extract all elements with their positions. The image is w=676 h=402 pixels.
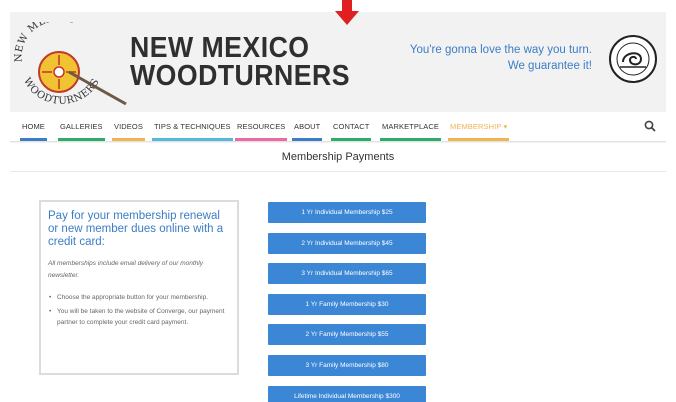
- nav-item-label: RESOURCES: [237, 122, 286, 131]
- membership-info-box: Pay for your membership renewal or new m…: [39, 200, 239, 375]
- main-nav: HOME GALLERIES VIDEOS TIPS & TECHNIQUES …: [10, 112, 666, 142]
- pay-1yr-family-button[interactable]: 1 Yr Family Membership $30: [268, 294, 426, 315]
- nav-underline: [58, 138, 105, 141]
- pay-2yr-family-button[interactable]: 2 Yr Family Membership $55: [268, 324, 426, 345]
- nav-item-about[interactable]: ABOUT: [292, 122, 323, 141]
- nav-item-contact[interactable]: CONTACT: [331, 122, 372, 141]
- nav-item-label: VIDEOS: [114, 122, 143, 131]
- tagline-line2: We guarantee it!: [507, 60, 592, 72]
- nav-underline: [331, 138, 372, 141]
- nav-item-label: GALLERIES: [60, 122, 103, 131]
- tagline-line1: You're gonna love the way you turn.: [409, 44, 592, 56]
- pay-lifetime-individual-button[interactable]: Lifetime Individual Membership $300: [268, 386, 426, 402]
- nav-item-home[interactable]: HOME: [20, 122, 47, 141]
- nav-item-videos[interactable]: VIDEOS: [112, 122, 145, 141]
- nav-item-label: MEMBERSHIP ▾: [450, 122, 508, 131]
- nav-item-label: ABOUT: [294, 122, 321, 131]
- list-item: You will be taken to the website of Conv…: [48, 306, 229, 328]
- nav-underline: [292, 138, 323, 141]
- nav-item-label: TIPS & TECHNIQUES: [154, 122, 231, 131]
- nav-item-label: CONTACT: [333, 122, 370, 131]
- search-icon[interactable]: [644, 120, 656, 132]
- page-title-bar: Membership Payments: [10, 143, 666, 172]
- nav-underline: [112, 138, 145, 141]
- nav-underline: [448, 138, 510, 141]
- nav-underline: [235, 138, 288, 141]
- nav-underline: [152, 138, 233, 141]
- nav-underline: [380, 138, 441, 141]
- list-item: Choose the appropriate button for your m…: [48, 292, 229, 303]
- nav-item-label: HOME: [22, 122, 45, 131]
- tagline: You're gonna love the way you turn. We g…: [382, 42, 592, 74]
- site-logo-left[interactable]: NEW MEXICO WOODTURNERS: [14, 22, 130, 108]
- info-heading: Pay for your membership renewal or new m…: [48, 210, 224, 248]
- nav-item-resources[interactable]: RESOURCES: [235, 122, 288, 141]
- nav-item-galleries[interactable]: GALLERIES: [58, 122, 105, 141]
- red-down-arrow-icon: [335, 0, 359, 25]
- info-list: Choose the appropriate button for your m…: [48, 292, 229, 328]
- pay-3yr-family-button[interactable]: 3 Yr Family Membership $80: [268, 355, 426, 376]
- pay-2yr-individual-button[interactable]: 2 Yr Individual Membership $45: [268, 233, 426, 254]
- nav-item-membership[interactable]: MEMBERSHIP ▾: [448, 122, 510, 141]
- info-note: All memberships include email delivery o…: [48, 260, 203, 279]
- site-header: NEW MEXICO WOODTURNERS NEW MEXICO WOODTU…: [10, 12, 666, 112]
- nav-item-marketplace[interactable]: MARKETPLACE: [380, 122, 441, 141]
- nav-underline: [20, 138, 47, 141]
- page-title: Membership Payments: [281, 151, 395, 163]
- club-seal-logo: [609, 35, 657, 83]
- nav-item-label: MARKETPLACE: [382, 122, 439, 131]
- pay-1yr-individual-button[interactable]: 1 Yr Individual Membership $25: [268, 202, 426, 223]
- pay-3yr-individual-button[interactable]: 3 Yr Individual Membership $65: [268, 263, 426, 284]
- nav-item-tips[interactable]: TIPS & TECHNIQUES: [152, 122, 233, 141]
- brand-name-line2[interactable]: WOODTURNERS: [130, 60, 350, 93]
